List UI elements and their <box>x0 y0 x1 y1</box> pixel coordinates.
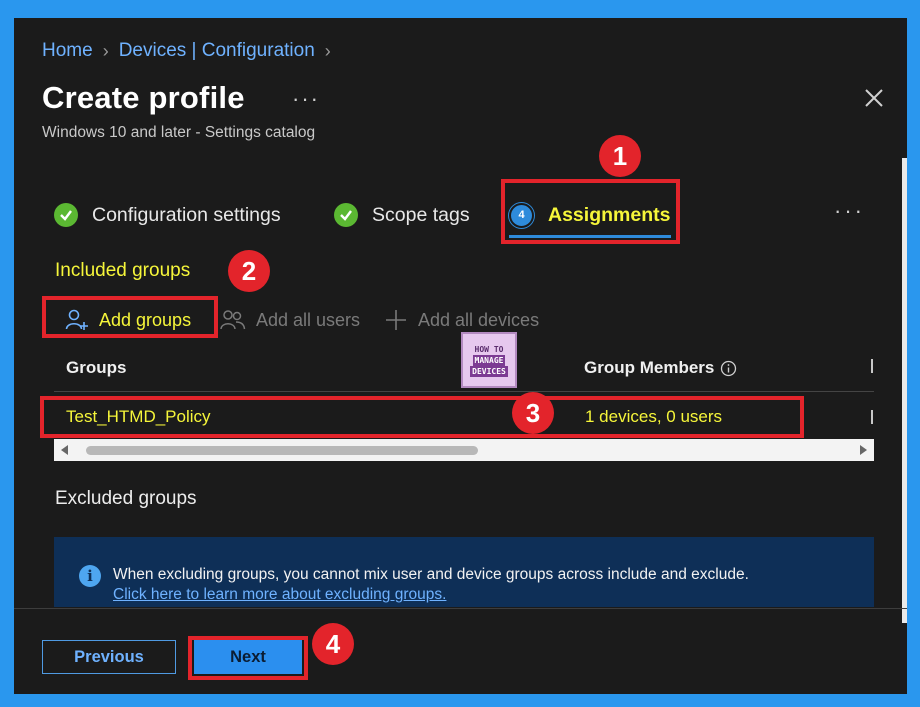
add-all-devices-label: Add all devices <box>418 309 540 330</box>
info-banner-text: When excluding groups, you cannot mix us… <box>113 566 749 583</box>
add-all-devices-button[interactable]: Add all devices <box>384 305 539 335</box>
scroll-right-icon[interactable] <box>860 445 867 455</box>
learn-more-excluding-link[interactable]: Click here to learn more about excluding… <box>113 586 446 604</box>
previous-button[interactable]: Previous <box>42 640 176 674</box>
page-title: Create profile <box>42 80 245 115</box>
checkmark-icon <box>334 203 358 227</box>
column-header-group-members[interactable]: Group Members <box>584 358 737 378</box>
table-divider <box>54 391 874 392</box>
people-icon <box>220 310 246 330</box>
intune-create-profile-window: Home › Devices | Configuration › Create … <box>14 18 907 694</box>
breadcrumb-devices-configuration[interactable]: Devices | Configuration <box>119 40 315 62</box>
step-label: Configuration settings <box>92 203 281 226</box>
annotation-box-group-row <box>40 396 804 438</box>
column-separator <box>871 410 873 424</box>
annotation-box-assignments <box>501 179 680 244</box>
annotation-box-add-groups <box>42 296 218 338</box>
callout-badge-3: 3 <box>512 392 554 434</box>
add-all-users-button[interactable]: Add all users <box>220 305 360 335</box>
callout-badge-2: 2 <box>228 250 270 292</box>
horizontal-scrollbar[interactable] <box>54 439 874 461</box>
more-options-icon[interactable]: ··· <box>292 86 320 112</box>
included-groups-heading: Included groups <box>55 260 191 281</box>
annotation-box-next <box>188 636 308 680</box>
vertical-scrollbar[interactable] <box>902 158 907 623</box>
plus-icon <box>386 310 406 330</box>
excluded-groups-heading: Excluded groups <box>55 488 197 509</box>
info-circle-icon: i <box>79 565 101 587</box>
callout-badge-4: 4 <box>312 623 354 665</box>
page-subtitle: Windows 10 and later - Settings catalog <box>42 124 316 141</box>
breadcrumb-home[interactable]: Home <box>42 40 93 62</box>
breadcrumb-chevron-icon: › <box>102 40 109 61</box>
column-separator <box>871 359 873 373</box>
breadcrumb: Home › Devices | Configuration › <box>42 40 341 62</box>
add-all-users-label: Add all users <box>256 309 361 330</box>
step-label: Scope tags <box>372 203 470 226</box>
scroll-left-icon[interactable] <box>61 445 68 455</box>
scrollbar-thumb[interactable] <box>86 446 478 455</box>
callout-badge-1: 1 <box>599 135 641 177</box>
breadcrumb-chevron-icon: › <box>324 40 331 61</box>
step-configuration-settings[interactable]: Configuration settings <box>54 198 281 232</box>
howto-manage-devices-logo: HOW TO MANAGE DEVICES <box>461 332 517 388</box>
info-icon[interactable] <box>720 360 737 377</box>
column-header-groups[interactable]: Groups <box>66 358 126 378</box>
close-icon[interactable] <box>862 86 886 110</box>
checkmark-icon <box>54 203 78 227</box>
steps-more-icon[interactable]: ··· <box>834 198 865 224</box>
footer-divider <box>14 608 907 609</box>
step-scope-tags[interactable]: Scope tags <box>334 198 470 232</box>
